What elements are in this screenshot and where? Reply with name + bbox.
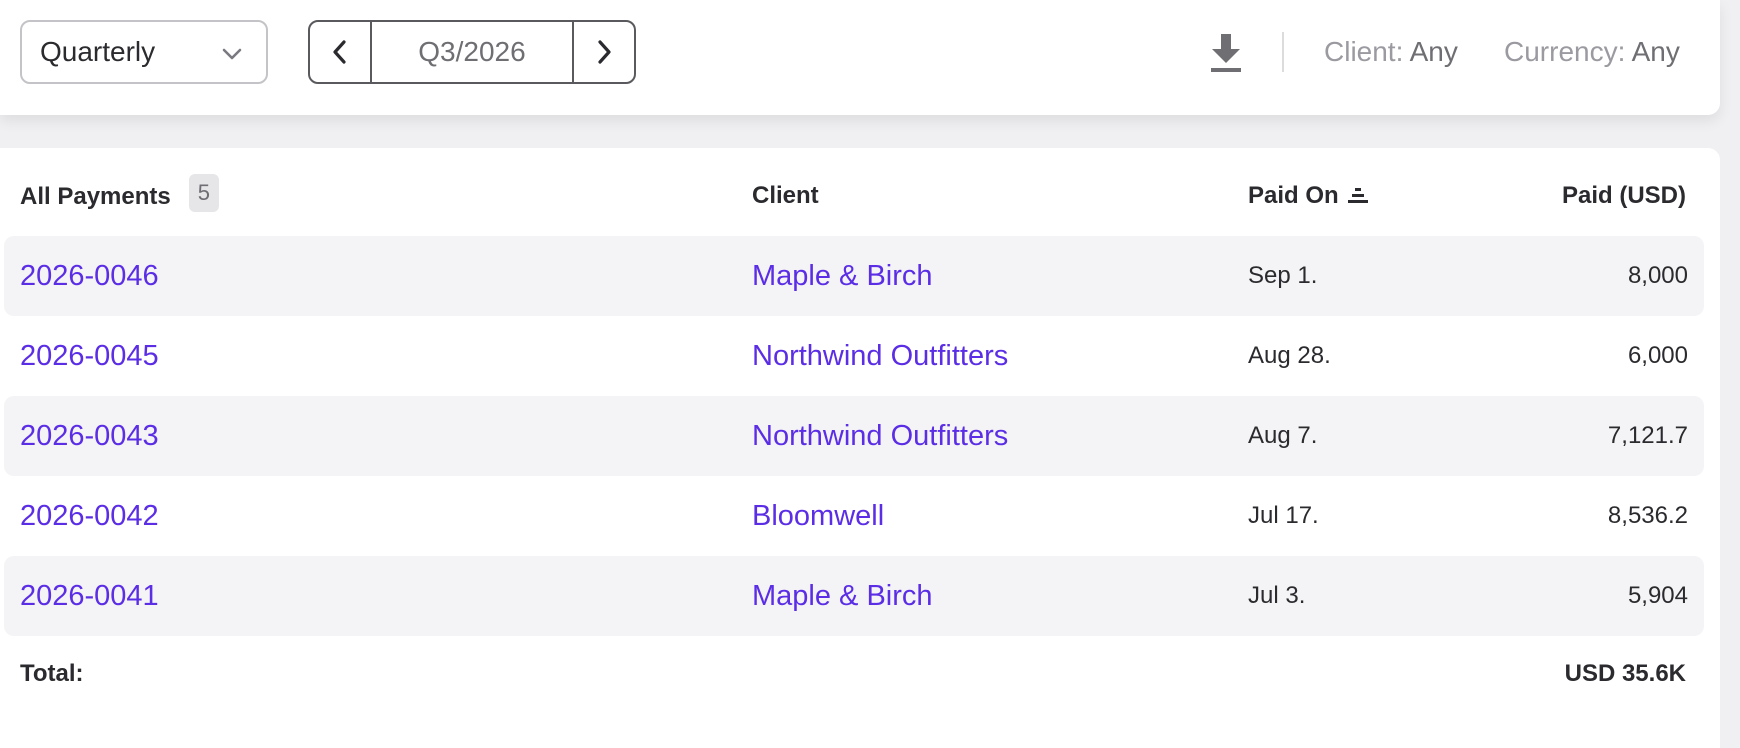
currency-filter-label: Currency: xyxy=(1504,36,1626,67)
toolbar-divider xyxy=(1282,32,1284,72)
table-row[interactable]: 2026-0046 Maple & Birch Sep 1. 8,000 xyxy=(4,236,1704,316)
sort-descending-icon xyxy=(1347,188,1368,203)
client-filter-label: Client: xyxy=(1324,36,1404,67)
client-link[interactable]: Bloomwell xyxy=(752,476,884,556)
paid-on-date: Jul 3. xyxy=(1248,582,1306,609)
previous-period-button[interactable] xyxy=(310,22,372,82)
client-column-header: Client xyxy=(752,182,819,209)
payments-panel: All Payments 5 Client Paid On Paid (USD)… xyxy=(0,148,1720,748)
paid-amount: 7,121.7 xyxy=(1607,422,1688,449)
all-payments-heading: All Payments 5 xyxy=(20,174,219,212)
paid-amount: 8,000 xyxy=(1627,262,1688,289)
paid-on-date: Aug 7. xyxy=(1248,422,1318,449)
client-link[interactable]: Northwind Outfitters xyxy=(752,396,1008,476)
paid-amount: 5,904 xyxy=(1627,582,1688,609)
period-navigator: Q3/2026 xyxy=(308,20,636,84)
paid-amount: 6,000 xyxy=(1627,342,1688,369)
payment-id-link[interactable]: 2026-0042 xyxy=(20,476,159,556)
current-period: Q3/2026 xyxy=(418,36,526,67)
chevron-left-icon xyxy=(333,40,346,64)
payments-count-badge: 5 xyxy=(188,174,219,212)
payment-id-link[interactable]: 2026-0043 xyxy=(20,396,159,476)
all-payments-title: All Payments xyxy=(20,183,171,210)
download-button[interactable] xyxy=(1208,32,1244,74)
total-label: Total: xyxy=(20,660,84,687)
table-header: All Payments 5 Client Paid On Paid (USD) xyxy=(0,168,1720,224)
currency-filter-value: Any xyxy=(1631,36,1680,67)
download-icon xyxy=(1211,34,1241,72)
payments-list: 2026-0046 Maple & Birch Sep 1. 8,000 202… xyxy=(4,236,1704,636)
paid-on-column-header[interactable]: Paid On xyxy=(1248,182,1369,210)
total-value: USD 35.6K xyxy=(1564,660,1686,687)
client-link[interactable]: Maple & Birch xyxy=(752,236,933,316)
paid-on-date: Jul 17. xyxy=(1248,502,1319,529)
period-type-value: Quarterly xyxy=(40,36,156,67)
payment-id-link[interactable]: 2026-0045 xyxy=(20,316,159,396)
next-period-button[interactable] xyxy=(572,22,634,82)
client-link[interactable]: Maple & Birch xyxy=(752,556,933,636)
period-type-select[interactable]: Quarterly xyxy=(20,20,268,84)
chevron-down-icon xyxy=(222,48,242,60)
payment-id-link[interactable]: 2026-0041 xyxy=(20,556,159,636)
client-filter[interactable]: Client: Any xyxy=(1324,36,1458,68)
client-link[interactable]: Northwind Outfitters xyxy=(752,316,1008,396)
paid-on-label: Paid On xyxy=(1248,182,1339,209)
toolbar: Quarterly Q3/2026 Client: Any Currency: xyxy=(0,0,1720,115)
currency-filter[interactable]: Currency: Any xyxy=(1504,36,1680,68)
total-row: Total: USD 35.6K xyxy=(0,646,1720,702)
chevron-right-icon xyxy=(598,40,611,64)
client-filter-value: Any xyxy=(1409,36,1458,67)
paid-on-date: Aug 28. xyxy=(1248,342,1331,369)
table-row[interactable]: 2026-0042 Bloomwell Jul 17. 8,536.2 xyxy=(4,476,1704,556)
table-row[interactable]: 2026-0043 Northwind Outfitters Aug 7. 7,… xyxy=(4,396,1704,476)
paid-on-date: Sep 1. xyxy=(1248,262,1318,289)
paid-amount: 8,536.2 xyxy=(1607,502,1688,529)
amount-column-header: Paid (USD) xyxy=(1561,182,1686,209)
payment-id-link[interactable]: 2026-0046 xyxy=(20,236,159,316)
table-row[interactable]: 2026-0045 Northwind Outfitters Aug 28. 6… xyxy=(4,316,1704,396)
table-row[interactable]: 2026-0041 Maple & Birch Jul 3. 5,904 xyxy=(4,556,1704,636)
